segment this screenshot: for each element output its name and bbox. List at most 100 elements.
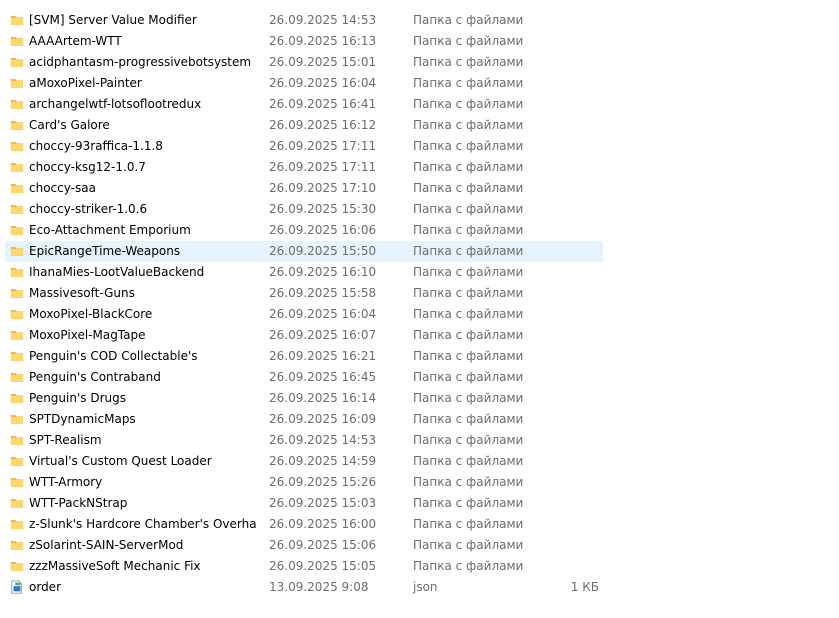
file-name: SPTDynamicMaps	[29, 412, 136, 426]
file-row[interactable]: zzzMassiveSoft Mechanic Fix 26.09.2025 15…	[0, 556, 839, 577]
folder-icon	[10, 412, 24, 426]
file-name: order	[29, 580, 61, 594]
folder-icon	[10, 454, 24, 468]
file-type: Папка с файлами	[413, 412, 524, 426]
file-row[interactable]: aMoxoPixel-Painter 26.09.2025 16:04 Папка …	[0, 73, 839, 94]
file-type: Папка с файлами	[413, 349, 524, 363]
file-name: Penguin's Contraband	[29, 370, 161, 384]
folder-icon	[10, 496, 24, 510]
file-type: Папка с файлами	[413, 34, 524, 48]
file-row[interactable]: WTT-Armory 26.09.2025 15:26 Папка с файлам…	[0, 472, 839, 493]
file-row[interactable]: Penguin's Drugs 26.09.2025 16:14 Папка с ф…	[0, 388, 839, 409]
file-name: Eco-Attachment Emporium	[29, 223, 191, 237]
file-name: zzzMassiveSoft Mechanic Fix	[29, 559, 201, 573]
file-name: WTT-PackNStrap	[29, 496, 128, 510]
folder-icon	[10, 559, 24, 573]
file-type: Папка с файлами	[413, 97, 524, 111]
date-modified: 26.09.2025 14:59	[269, 454, 377, 468]
file-row[interactable]: [SVM] Server Value Modifier 26.09.2025 14…	[0, 10, 839, 31]
file-name: SPT-Realism	[29, 433, 102, 447]
file-type: Папка с файлами	[413, 13, 524, 27]
date-modified: 26.09.2025 15:50	[269, 244, 377, 258]
file-row[interactable]: SPT-Realism 26.09.2025 14:53 Папка с файла…	[0, 430, 839, 451]
file-name: Penguin's COD Collectable's	[29, 349, 198, 363]
date-modified: 26.09.2025 15:01	[269, 55, 377, 69]
file-row[interactable]: choccy-93raffica-1.1.8 26.09.2025 17:11 Па…	[0, 136, 839, 157]
date-modified: 26.09.2025 14:53	[269, 433, 377, 447]
file-type: Папка с файлами	[413, 139, 524, 153]
date-modified: 26.09.2025 16:04	[269, 307, 377, 321]
file-row[interactable]: choccy-ksg12-1.0.7 26.09.2025 17:11 Папка …	[0, 157, 839, 178]
folder-icon	[10, 139, 24, 153]
file-row[interactable]: acidphantasm-progressivebotsystem 26.09.2…	[0, 52, 839, 73]
file-row[interactable]: WTT-PackNStrap 26.09.2025 15:03 Папка с фа…	[0, 493, 839, 514]
date-modified: 26.09.2025 16:10	[269, 265, 377, 279]
file-name: choccy-striker-1.0.6	[29, 202, 148, 216]
folder-icon	[10, 328, 24, 342]
file-row[interactable]: choccy-striker-1.0.6 26.09.2025 15:30 Папк…	[0, 199, 839, 220]
folder-icon	[10, 286, 24, 300]
file-type: Папка с файлами	[413, 454, 524, 468]
folder-icon	[10, 97, 24, 111]
date-modified: 26.09.2025 15:03	[269, 496, 377, 510]
date-modified: 26.09.2025 16:00	[269, 517, 377, 531]
file-type: Папка с файлами	[413, 517, 524, 531]
file-name: Penguin's Drugs	[29, 391, 126, 405]
date-modified: 26.09.2025 16:45	[269, 370, 377, 384]
file-name: choccy-saa	[29, 181, 96, 195]
file-row[interactable]: Penguin's Contraband 26.09.2025 16:45 Папк…	[0, 367, 839, 388]
file-list: [SVM] Server Value Modifier 26.09.2025 14…	[0, 10, 839, 598]
date-modified: 26.09.2025 15:05	[269, 559, 377, 573]
file-type: Папка с файлами	[413, 286, 524, 300]
file-type: Папка с файлами	[413, 118, 524, 132]
file-row[interactable]: IhanaMies-LootValueBackend 26.09.2025 16:…	[0, 262, 839, 283]
file-row[interactable]: MoxoPixel-BlackCore 26.09.2025 16:04 Папка…	[0, 304, 839, 325]
file-row[interactable]: archangelwtf-lotsoflootredux 26.09.2025 1…	[0, 94, 839, 115]
folder-icon	[10, 118, 24, 132]
file-row[interactable]: Massivesoft-Guns 26.09.2025 15:58 Папка с …	[0, 283, 839, 304]
file-name: AAAArtem-WTT	[29, 34, 122, 48]
file-name: IhanaMies-LootValueBackend	[29, 265, 205, 279]
folder-icon	[10, 517, 24, 531]
file-name: zSolarint-SAIN-ServerMod	[29, 538, 184, 552]
file-row[interactable]: AAAArtem-WTT 26.09.2025 16:13 Папка с файл…	[0, 31, 839, 52]
file-name: Card's Galore	[29, 118, 110, 132]
file-type: Папка с файлами	[413, 370, 524, 384]
file-type: Папка с файлами	[413, 223, 524, 237]
file-row[interactable]: Eco-Attachment Emporium 26.09.2025 16:06 П…	[0, 220, 839, 241]
file-name: choccy-ksg12-1.0.7	[29, 160, 146, 174]
file-row[interactable]: z-Slunk's Hardcore Chamber's Overhaul (.…	[0, 514, 839, 535]
file-type: Папка с файлами	[413, 160, 524, 174]
file-row[interactable]: Card's Galore 26.09.2025 16:12 Папка с фай…	[0, 115, 839, 136]
date-modified: 26.09.2025 16:06	[269, 223, 377, 237]
file-type: Папка с файлами	[413, 328, 524, 342]
file-name: z-Slunk's Hardcore Chamber's Overhaul (.…	[29, 517, 257, 531]
file-row[interactable]: Virtual's Custom Quest Loader 26.09.2025 …	[0, 451, 839, 472]
folder-icon	[10, 538, 24, 552]
file-type: Папка с файлами	[413, 538, 524, 552]
file-name: [SVM] Server Value Modifier	[29, 13, 197, 27]
file-row[interactable]: zSolarint-SAIN-ServerMod 26.09.2025 15:06…	[0, 535, 839, 556]
date-modified: 26.09.2025 15:06	[269, 538, 377, 552]
file-row[interactable]: choccy-saa 26.09.2025 17:10 Папка с файлам…	[0, 178, 839, 199]
file-type: Папка с файлами	[413, 559, 524, 573]
folder-icon	[10, 370, 24, 384]
date-modified: 13.09.2025 9:08	[269, 580, 369, 594]
file-row[interactable]: Penguin's COD Collectable's 26.09.2025 16…	[0, 346, 839, 367]
file-row[interactable]: SPTDynamicMaps 26.09.2025 16:09 Папка с фа…	[0, 409, 839, 430]
folder-icon	[10, 391, 24, 405]
file-row[interactable]: MoxoPixel-MagTape 26.09.2025 16:07 Папка с…	[0, 325, 839, 346]
date-modified: 26.09.2025 16:13	[269, 34, 377, 48]
file-name: MoxoPixel-MagTape	[29, 328, 146, 342]
file-type: Папка с файлами	[413, 55, 524, 69]
file-name: WTT-Armory	[29, 475, 103, 489]
json-file-icon	[10, 580, 24, 594]
file-type: Папка с файлами	[413, 181, 524, 195]
file-name: Massivesoft-Guns	[29, 286, 135, 300]
folder-icon	[10, 223, 24, 237]
file-row[interactable]: order 13.09.2025 9:08 json 1 КБ	[0, 577, 839, 598]
file-name: acidphantasm-progressivebotsystem	[29, 55, 252, 69]
file-size: 1 КБ	[570, 580, 599, 594]
file-row[interactable]: EpicRangeTime-Weapons 26.09.2025 15:50 Пап…	[0, 241, 839, 262]
date-modified: 26.09.2025 16:14	[269, 391, 377, 405]
